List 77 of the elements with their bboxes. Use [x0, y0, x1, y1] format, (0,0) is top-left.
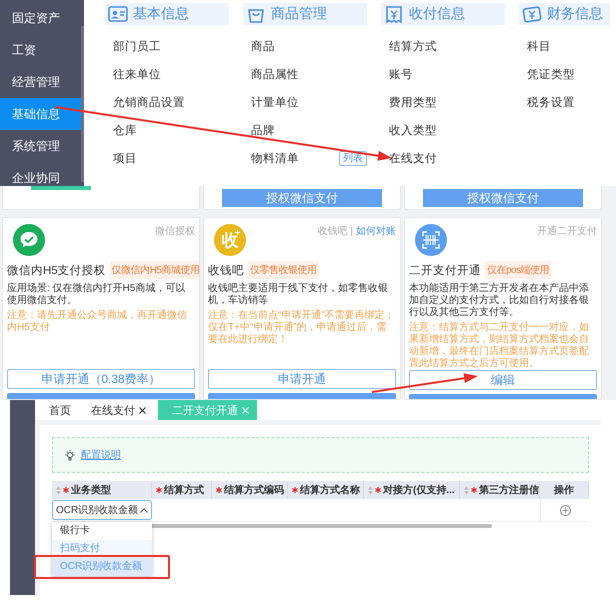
menu-link[interactable]: 计量单位 [251, 94, 299, 110]
action-button[interactable] [409, 394, 597, 399]
required-icon [216, 487, 222, 493]
lightbulb-icon [65, 450, 75, 460]
required-icon [292, 487, 298, 493]
chat-check-icon [13, 224, 45, 256]
action-button[interactable] [208, 393, 396, 399]
brand-logo: 收 [214, 224, 246, 256]
card-description: 应用场景: 仅在微信内打开H5商城，可以使用微信支付。 [7, 283, 186, 307]
menu-link[interactable]: 科目 [527, 38, 551, 54]
receipt-icon [383, 4, 405, 24]
menu-link[interactable]: 账号 [389, 66, 413, 82]
menu-link[interactable]: 在线支付 [389, 150, 437, 166]
card-title: 收钱吧 [208, 264, 244, 278]
menu-link[interactable]: 税务设置 [527, 94, 575, 110]
sort-icon[interactable] [56, 486, 61, 494]
column-header: 操作 [554, 484, 574, 497]
menu-link[interactable]: 允销商品设置 [113, 94, 185, 110]
card-category: 微信授权 [155, 224, 195, 238]
category-title: 基本信息 [133, 5, 189, 23]
add-icon[interactable] [560, 504, 570, 516]
menu-link[interactable]: 仓库 [113, 122, 137, 138]
required-icon [471, 487, 477, 493]
category-title: 商品管理 [271, 5, 327, 23]
usage-tag: 仅微信内H5商城使用 [110, 261, 199, 279]
page-tab[interactable]: 首页 [41, 400, 79, 420]
menu-link[interactable]: 往来单位 [113, 66, 161, 82]
card-note: 注意：请先开通公众号商城，再开通微信内H5支付 [7, 310, 188, 334]
menu-link[interactable]: 结算方式 [389, 38, 437, 54]
category-title: 收付信息 [409, 5, 465, 23]
card-title: 微信内H5支付授权 [7, 264, 106, 278]
card-description: 本功能适用于第三方开发者在本产品中添加自定义的支付方式，比如自行对接各银行以及其他三方支付等。 [409, 283, 590, 319]
card-description: 收钱吧主要适用于线下支付，如零售收银机，车访销等 [208, 283, 389, 307]
column-header: 结算方式 [164, 483, 204, 497]
sidebar-item[interactable]: 企业协同 [0, 162, 84, 186]
menu-link[interactable]: 费用类型 [389, 94, 437, 110]
usage-tag: 仅在pos端使用 [485, 261, 552, 279]
column-header: 业务类型 [71, 484, 111, 497]
menu-link[interactable]: 部门员工 [113, 38, 161, 54]
card-category: 开通二开支付 [537, 224, 597, 238]
highlight-bar [31, 186, 91, 190]
menu-link[interactable]: 凭证类型 [527, 66, 575, 82]
card-note: 注意：在当前点“申请开通”不需要再绑定；仅在T+中“申请开通”的，申请通过后，需要在此进行绑定！ [208, 310, 396, 346]
menu-link[interactable]: 商品属性 [251, 66, 299, 82]
dropdown-option[interactable]: 银行卡 [52, 522, 152, 540]
caret-icon[interactable] [140, 508, 148, 512]
invoice-icon [521, 4, 543, 24]
barcode-scan-icon [415, 224, 447, 256]
action-button[interactable] [7, 393, 195, 399]
card-title: 二开支付开通 [409, 264, 481, 278]
page-tab[interactable]: 在线支付 [83, 400, 154, 420]
business-type-select[interactable]: OCR识别收款金额 [52, 500, 152, 520]
column-header: 结算方式编码 [224, 483, 284, 497]
card-note: 注意：结算方式与二开支付一一对应，如果新增结算方式，则结算方式档案也会自动新增，最终在门店档案结算方式页签配置此结算方式之后方可使用。 [409, 322, 590, 370]
sort-icon[interactable] [368, 486, 373, 494]
column-header: 结算方式名称 [300, 483, 360, 497]
column-header: 对接方(仅支持... [383, 483, 455, 497]
sidebar-item[interactable]: 工资 [0, 34, 84, 66]
menu-link[interactable]: 商品 [251, 38, 275, 54]
required-icon [156, 487, 162, 493]
menu-link[interactable]: 项目 [113, 150, 137, 166]
scrollbar[interactable] [81, 26, 84, 182]
menu-link[interactable]: 品牌 [251, 122, 275, 138]
id-card-icon [107, 4, 129, 24]
usage-tag: 仅零售收银使用 [248, 261, 318, 279]
menu-link[interactable]: 物料清单 [251, 150, 299, 166]
required-icon [375, 487, 381, 493]
menu-link[interactable]: 收入类型 [389, 122, 437, 138]
column-header: 第三方注册信 [479, 483, 539, 497]
card-category: 收钱吧 | [318, 225, 353, 238]
category-title: 财务信息 [547, 5, 603, 23]
required-icon [63, 487, 69, 493]
sidebar-item[interactable]: 固定资产 [0, 2, 84, 34]
sidebar-item[interactable]: 系统管理 [0, 130, 84, 162]
sidebar-item[interactable]: 经营管理 [0, 66, 84, 98]
sort-icon[interactable] [464, 486, 469, 494]
close-icon[interactable] [139, 406, 146, 414]
